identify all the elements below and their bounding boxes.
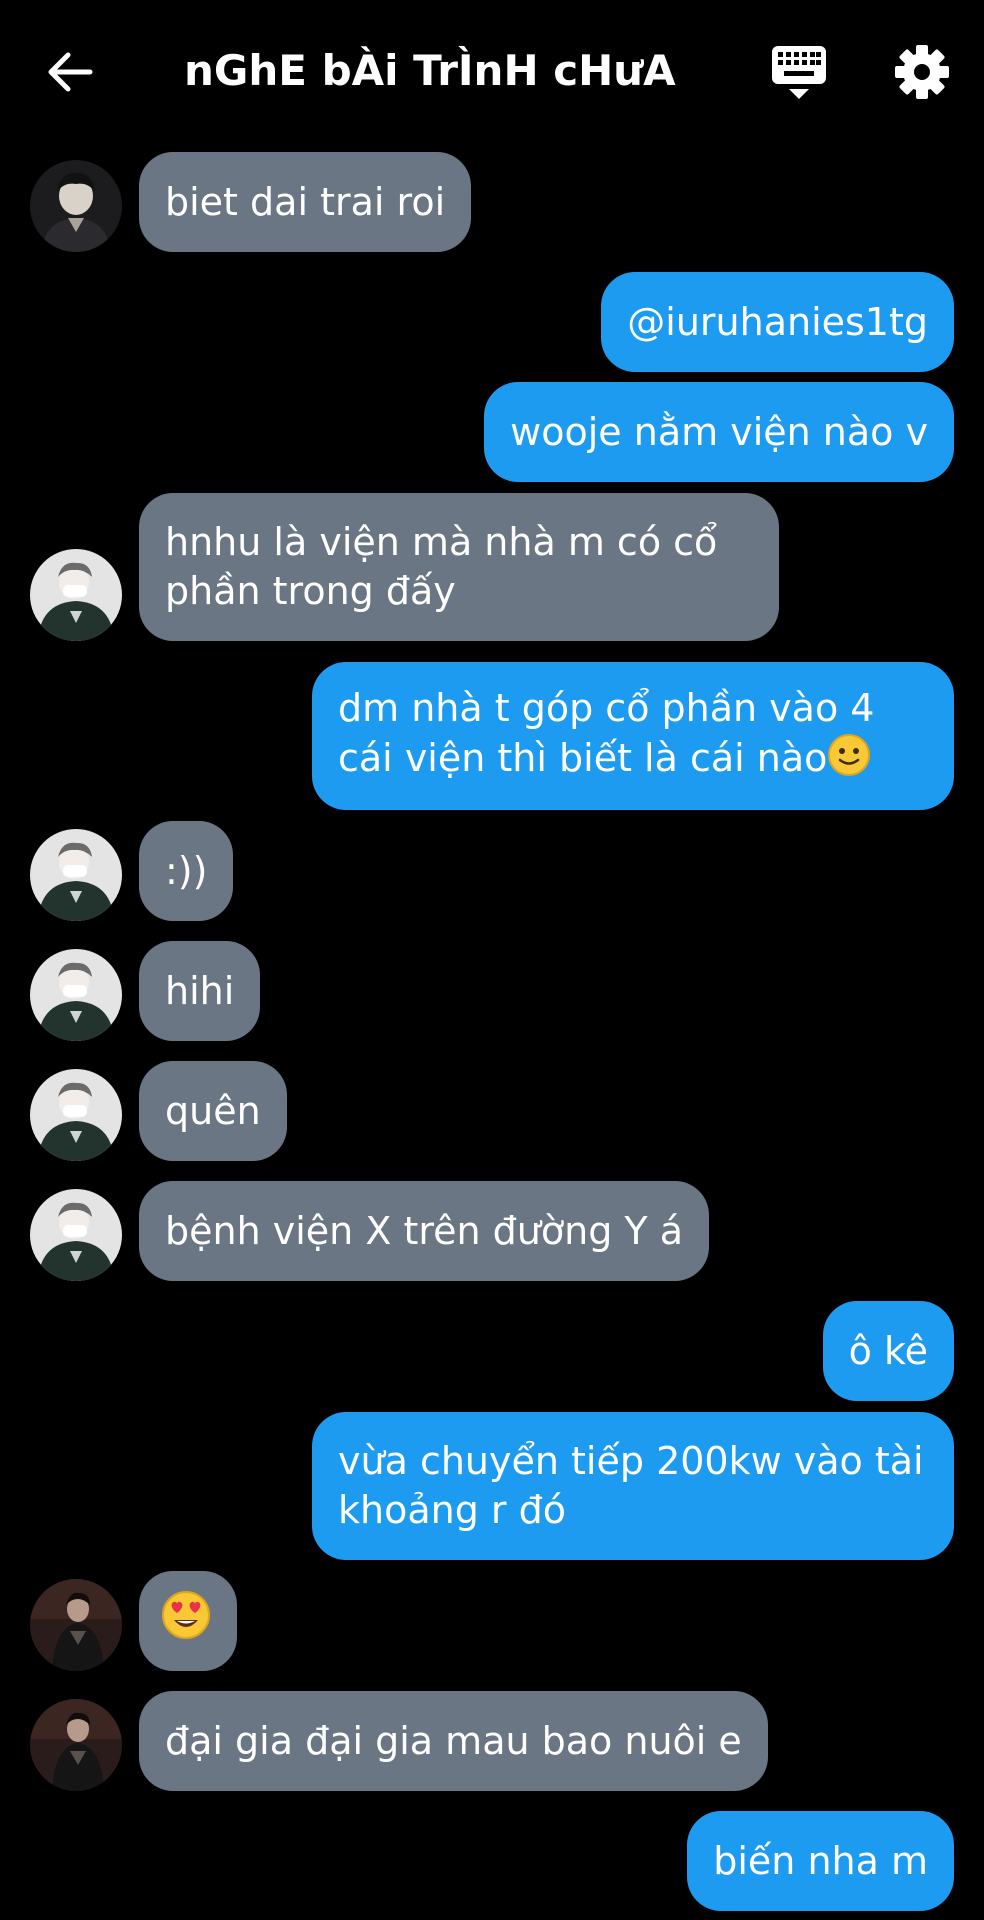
back-button[interactable] [44, 46, 96, 98]
message-received[interactable]: hnhu là viện mà nhà m có cổ phần trong đ… [139, 493, 779, 641]
message-sent[interactable]: ô kê [822, 1301, 954, 1401]
message-received[interactable]: :)) [139, 821, 234, 921]
user-avatar-icon [30, 549, 122, 641]
chat-header: nGhE bÀi TrÌnH cHưA [0, 0, 984, 140]
slightly-smiling-face-emoji [827, 733, 871, 789]
message-text: biến nha m [713, 1838, 928, 1883]
keyboard-button[interactable] [770, 44, 828, 102]
sender-avatar[interactable] [30, 829, 122, 921]
message-text: @iuruhanies1tg [627, 299, 928, 344]
user-avatar-icon [30, 1699, 122, 1791]
message-received[interactable]: đại gia đại gia mau bao nuôi e [139, 1691, 768, 1791]
user-avatar-icon [30, 160, 122, 252]
heart-eyes-emoji [161, 1590, 211, 1652]
chat-title[interactable]: nGhE bÀi TrÌnH cHưA [184, 42, 676, 100]
message-text-wrap: dm nhà t góp cổ phần vào 4 cái viện thì … [338, 684, 928, 789]
message-text: ô kê [848, 1328, 928, 1373]
message-sent[interactable]: vừa chuyển tiếp 200kw vào tài khoảng r đ… [312, 1412, 954, 1560]
message-text: dm nhà t góp cổ phần vào 4 cái viện thì … [338, 685, 875, 780]
message-sent[interactable]: @iuruhanies1tg [601, 272, 954, 372]
user-avatar-icon [30, 1579, 122, 1671]
message-received[interactable] [139, 1571, 237, 1671]
message-text: đại gia đại gia mau bao nuôi e [165, 1718, 742, 1763]
message-sent[interactable]: dm nhà t góp cổ phần vào 4 cái viện thì … [312, 662, 954, 810]
gear-icon [895, 45, 949, 99]
sender-avatar[interactable] [30, 1069, 122, 1161]
sender-avatar[interactable] [30, 549, 122, 641]
message-text: wooje nằm viện nào v [510, 409, 928, 454]
message-received[interactable]: quên [139, 1061, 287, 1161]
message-text: :)) [165, 848, 208, 893]
message-sent[interactable]: biến nha m [687, 1811, 954, 1911]
message-received[interactable]: bệnh viện X trên đường Y á [139, 1181, 709, 1281]
settings-button[interactable] [894, 44, 950, 100]
user-avatar-icon [30, 1069, 122, 1161]
message-text: quên [165, 1088, 261, 1133]
message-received[interactable]: biet dai trai roi [139, 152, 472, 252]
message-text: hihi [165, 968, 235, 1013]
sender-avatar[interactable] [30, 1189, 122, 1281]
sender-avatar[interactable] [30, 1699, 122, 1791]
message-text: bệnh viện X trên đường Y á [165, 1208, 683, 1253]
user-avatar-icon [30, 829, 122, 921]
message-text: biet dai trai roi [165, 179, 446, 224]
user-avatar-icon [30, 1189, 122, 1281]
message-received[interactable]: hihi [139, 941, 261, 1041]
sender-avatar[interactable] [30, 1579, 122, 1671]
keyboard-icon [772, 46, 826, 99]
user-avatar-icon [30, 949, 122, 1041]
message-sent[interactable]: wooje nằm viện nào v [484, 382, 954, 482]
arrow-left-icon [48, 52, 93, 92]
sender-avatar[interactable] [30, 160, 122, 252]
sender-avatar[interactable] [30, 949, 122, 1041]
message-text: vừa chuyển tiếp 200kw vào tài khoảng r đ… [338, 1439, 924, 1532]
message-text: hnhu là viện mà nhà m có cổ phần trong đ… [165, 520, 718, 613]
